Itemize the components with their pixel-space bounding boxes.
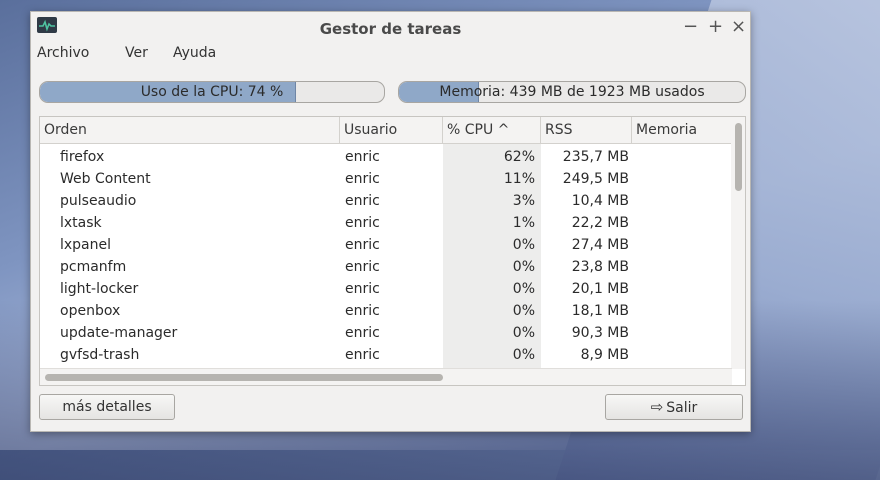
process-cpu: 3% <box>512 193 535 209</box>
process-name: firefox <box>60 149 105 165</box>
column-cpu-label: % CPU ^ <box>447 122 510 138</box>
column-usuario[interactable]: Usuario <box>340 117 443 143</box>
process-name: gvfsd-trash <box>60 347 140 363</box>
process-rss: 20,1 MB <box>571 281 629 297</box>
process-cpu: 0% <box>512 259 535 275</box>
table-row[interactable]: gvfsd-trash enric 0% 8,9 MB <box>40 344 730 366</box>
process-name: update-manager <box>60 325 178 341</box>
horizontal-scrollbar-thumb[interactable] <box>45 374 443 381</box>
cpu-usage-label: Uso de la CPU: 74 % <box>140 84 284 100</box>
process-cpu: 0% <box>512 237 535 253</box>
exit-button-label: Salir <box>666 400 698 416</box>
horizontal-scrollbar[interactable] <box>40 368 732 385</box>
vertical-scrollbar[interactable] <box>731 117 745 369</box>
process-name: openbox <box>60 303 121 319</box>
menu-ver[interactable]: Ver <box>125 45 148 61</box>
maximize-button[interactable]: + <box>708 18 723 36</box>
table-row[interactable]: pulseaudio enric 3% 10,4 MB <box>40 190 730 212</box>
table-header: Orden Usuario % CPU ^ RSS Memoria <box>40 117 745 144</box>
menu-ayuda[interactable]: Ayuda <box>173 45 216 61</box>
process-cpu: 0% <box>512 325 535 341</box>
memory-usage-bar: Memoria: 439 MB de 1923 MB usados <box>398 81 746 103</box>
process-cpu: 0% <box>512 303 535 319</box>
process-user: enric <box>345 149 380 165</box>
table-row[interactable]: lxpanel enric 0% 27,4 MB <box>40 234 730 256</box>
column-cpu[interactable]: % CPU ^ <box>443 117 541 143</box>
column-memoria[interactable]: Memoria <box>632 117 732 143</box>
menu-archivo[interactable]: Archivo <box>37 45 89 61</box>
memory-usage-label: Memoria: 439 MB de 1923 MB usados <box>439 84 705 100</box>
process-user: enric <box>345 193 380 209</box>
process-rss: 22,2 MB <box>571 215 629 231</box>
process-name: lxtask <box>60 215 102 231</box>
minimize-button[interactable]: − <box>683 18 698 36</box>
process-user: enric <box>345 281 380 297</box>
process-rss: 90,3 MB <box>571 325 629 341</box>
process-rss: 8,9 MB <box>580 347 629 363</box>
exit-icon: ⇨ <box>650 398 664 416</box>
process-user: enric <box>345 215 380 231</box>
table-row[interactable]: light-locker enric 0% 20,1 MB <box>40 278 730 300</box>
process-user: enric <box>345 171 380 187</box>
process-user: enric <box>345 347 380 363</box>
process-user: enric <box>345 303 380 319</box>
cpu-usage-bar: Uso de la CPU: 74 % <box>39 81 385 103</box>
process-cpu: 0% <box>512 281 535 297</box>
process-cpu: 62% <box>503 149 535 165</box>
table-row[interactable]: firefox enric 62% 235,7 MB <box>40 146 730 168</box>
process-user: enric <box>345 259 380 275</box>
process-rss: 10,4 MB <box>571 193 629 209</box>
process-name: Web Content <box>60 171 151 187</box>
process-name: lxpanel <box>60 237 112 253</box>
process-name: pulseaudio <box>60 193 137 209</box>
column-rss[interactable]: RSS <box>541 117 632 143</box>
process-user: enric <box>345 237 380 253</box>
process-cpu: 1% <box>512 215 535 231</box>
process-rss: 18,1 MB <box>571 303 629 319</box>
process-rss: 23,8 MB <box>571 259 629 275</box>
more-details-button[interactable]: más detalles <box>39 394 175 420</box>
process-cpu: 0% <box>512 347 535 363</box>
process-name: light-locker <box>60 281 139 297</box>
table-row[interactable]: pcmanfm enric 0% 23,8 MB <box>40 256 730 278</box>
task-manager-window: Gestor de tareas − + × Archivo Ver Ayuda… <box>30 11 751 432</box>
table-row[interactable]: Web Content enric 11% 249,5 MB <box>40 168 730 190</box>
table-row[interactable]: update-manager enric 0% 90,3 MB <box>40 322 730 344</box>
table-row[interactable]: openbox enric 0% 18,1 MB <box>40 300 730 322</box>
process-rss: 27,4 MB <box>571 237 629 253</box>
column-orden[interactable]: Orden <box>40 117 340 143</box>
process-rss: 235,7 MB <box>562 149 629 165</box>
process-table: Orden Usuario % CPU ^ RSS Memoria firefo… <box>39 116 746 386</box>
close-button[interactable]: × <box>731 18 746 36</box>
window-title: Gestor de tareas <box>319 20 462 38</box>
process-name: pcmanfm <box>60 259 127 275</box>
exit-button[interactable]: ⇨ Salir <box>605 394 743 420</box>
table-row[interactable]: lxtask enric 1% 22,2 MB <box>40 212 730 234</box>
process-user: enric <box>345 325 380 341</box>
process-rss: 249,5 MB <box>562 171 629 187</box>
process-cpu: 11% <box>503 171 535 187</box>
vertical-scrollbar-thumb[interactable] <box>735 123 742 191</box>
